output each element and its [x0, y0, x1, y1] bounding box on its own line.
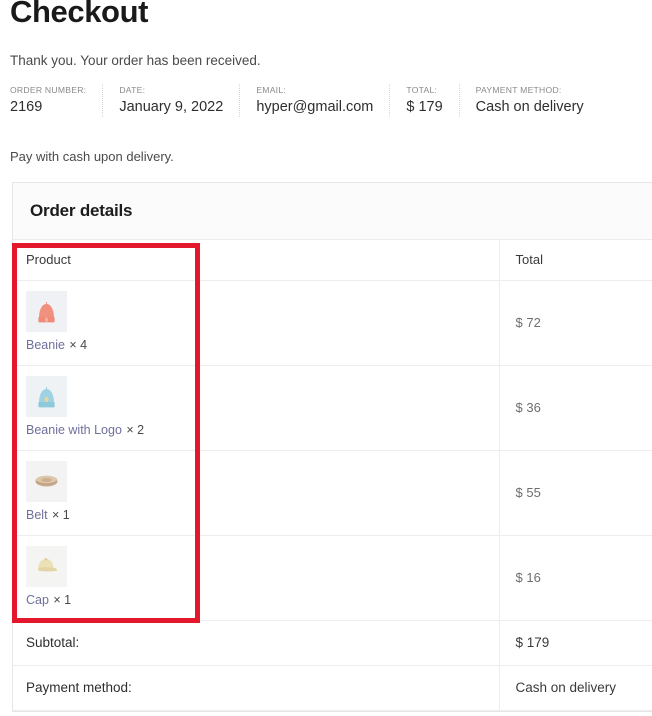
beanie-blue-logo-thumbnail	[26, 376, 67, 417]
meta-total-label: TOTAL:	[406, 85, 438, 95]
meta-email-value: hyper@gmail.com	[256, 99, 374, 115]
order-details-panel: Order details Product Total Beanie × 4 $…	[12, 182, 652, 712]
meta-payment-method-label: PAYMENT METHOD:	[475, 85, 562, 95]
product-total: $ 55	[498, 450, 652, 536]
checkout-page: Checkout Thank you. Your order has been …	[0, 0, 652, 716]
product-cell: Beanie × 4	[13, 280, 499, 366]
payment-instruction-note: Pay with cash upon delivery.	[10, 149, 174, 164]
thank-you-message: Thank you. Your order has been received.	[10, 53, 261, 68]
payment-method-label: Payment method:	[13, 665, 499, 711]
meta-total: TOTAL: $ 179	[390, 84, 460, 117]
product-total: $ 72	[498, 280, 652, 366]
table-row: Cap × 1 $ 16	[13, 535, 652, 621]
table-row: Beanie with Logo × 2 $ 36	[13, 365, 652, 451]
beanie-salmon-thumbnail	[26, 291, 67, 332]
meta-email: EMAIL: hyper@gmail.com	[240, 84, 391, 117]
product-total: $ 16	[498, 535, 652, 621]
meta-email-label: EMAIL:	[256, 85, 286, 95]
subtotal-label: Subtotal:	[13, 620, 499, 666]
column-header-product: Product	[13, 240, 499, 281]
product-cell: Beanie with Logo × 2	[13, 365, 499, 451]
column-header-total: Total	[498, 240, 652, 281]
product-total: $ 36	[498, 365, 652, 451]
product-quantity: × 1	[53, 593, 72, 607]
product-link[interactable]: Belt	[26, 508, 48, 522]
meta-order-number-value: 2169	[10, 99, 43, 115]
summary-row-subtotal: Subtotal: $ 179	[13, 620, 652, 666]
meta-date: DATE: January 9, 2022	[103, 84, 241, 117]
meta-order-number: ORDER NUMBER: 2169	[10, 84, 104, 117]
payment-method-value: Cash on delivery	[498, 665, 652, 711]
product-cell: Cap × 1	[13, 535, 499, 621]
meta-order-number-label: ORDER NUMBER:	[10, 85, 87, 95]
product-quantity: × 4	[69, 338, 88, 352]
order-details-header: Order details	[13, 183, 652, 240]
product-link[interactable]: Beanie with Logo	[26, 423, 122, 437]
product-quantity: × 1	[52, 508, 70, 522]
cap-cream-thumbnail	[26, 546, 67, 587]
meta-total-value: $ 179	[406, 99, 443, 115]
product-link[interactable]: Cap	[26, 593, 49, 607]
meta-payment-method-value: Cash on delivery	[475, 99, 584, 115]
summary-row-payment-method: Payment method: Cash on delivery	[13, 665, 652, 711]
table-header-row: Product Total	[13, 240, 652, 281]
page-title: Checkout	[10, 0, 149, 29]
product-cell: Belt × 1	[13, 450, 499, 536]
order-details-table: Product Total Beanie × 4 $ 72 Beanie wit…	[13, 240, 652, 711]
table-row: Beanie × 4 $ 72	[13, 280, 652, 366]
product-quantity: × 2	[126, 423, 145, 437]
product-link[interactable]: Beanie	[26, 338, 65, 352]
subtotal-value: $ 179	[498, 620, 652, 666]
meta-date-label: DATE:	[119, 85, 146, 95]
meta-payment-method: PAYMENT METHOD: Cash on delivery	[460, 84, 584, 117]
order-meta-bar: ORDER NUMBER: 2169 DATE: January 9, 2022…	[10, 84, 584, 117]
belt-tan-thumbnail	[26, 461, 67, 502]
order-details-title: Order details	[30, 201, 133, 220]
table-row: Belt × 1 $ 55	[13, 450, 652, 536]
meta-date-value: January 9, 2022	[119, 99, 224, 115]
